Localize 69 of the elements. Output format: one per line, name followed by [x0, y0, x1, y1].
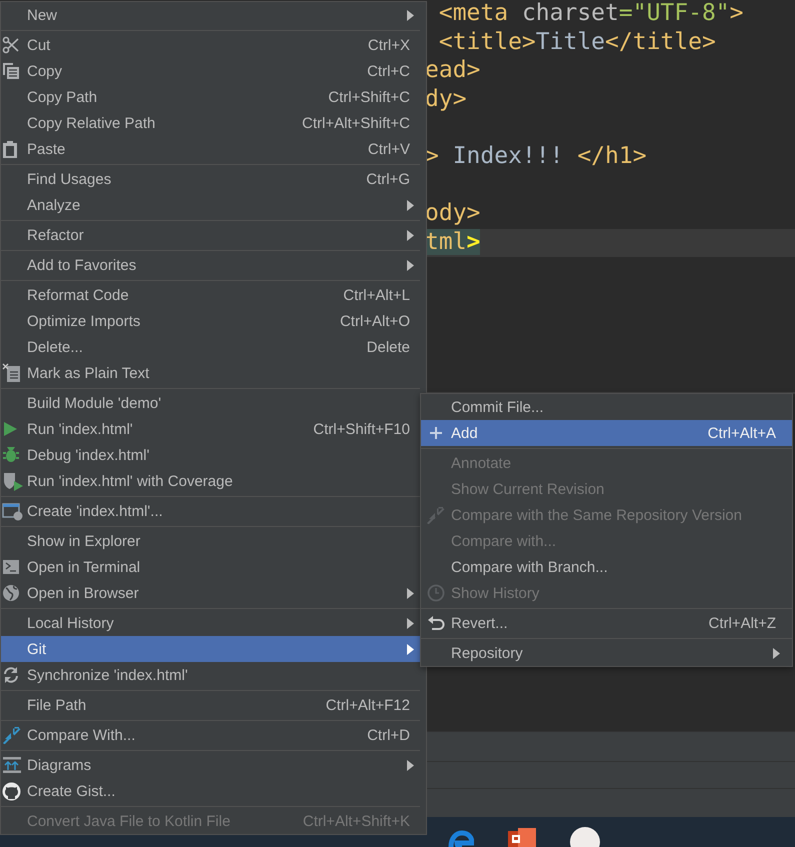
undo-arrow-icon: [427, 615, 445, 631]
menu-item[interactable]: Optimize Imports Ctrl+Alt+O: [1, 308, 420, 334]
shortcut-text: Ctrl+Alt+L: [343, 286, 411, 304]
code-line: <meta charset="UTF-8">: [438, 0, 745, 28]
menu-item[interactable]: Find Usages Ctrl+G: [1, 166, 420, 192]
menu-item[interactable]: Open in Terminal: [1, 554, 420, 580]
shield-run-icon: [2, 471, 24, 491]
menu-item[interactable]: Paste Ctrl+V: [1, 136, 420, 162]
shortcut-text: Ctrl+C: [367, 62, 411, 80]
shortcut-text: Ctrl+Alt+Z: [708, 614, 777, 632]
menu-item[interactable]: Analyze: [1, 192, 420, 218]
menu-item[interactable]: Build Module 'demo': [1, 390, 420, 416]
shortcut-text: Ctrl+D: [367, 726, 411, 744]
shortcut-text: Ctrl+Shift+F10: [313, 420, 411, 438]
code-line: dy>: [425, 86, 468, 114]
shortcut-text: Ctrl+X: [368, 36, 411, 54]
shortcut-text: Ctrl+Alt+A: [708, 424, 777, 442]
menu-item[interactable]: Git: [1, 636, 420, 662]
menu-item[interactable]: Compare with Branch...: [421, 554, 792, 580]
menu-item[interactable]: Run 'index.html' Ctrl+Shift+F10: [1, 416, 420, 442]
menu-item[interactable]: Open in Browser: [1, 580, 420, 606]
shortcut-text: Ctrl+V: [368, 140, 411, 158]
menu-item[interactable]: Show in Explorer: [1, 528, 420, 554]
run-icon: [2, 421, 18, 437]
sync-icon: [2, 666, 20, 684]
menu-item[interactable]: Reformat Code Ctrl+Alt+L: [1, 282, 420, 308]
code-line: <title>Title</title>: [438, 28, 717, 57]
menu-item[interactable]: Local History: [1, 610, 420, 636]
browser-icon[interactable]: [448, 830, 474, 847]
menu-item[interactable]: Cut Ctrl+X: [1, 32, 420, 58]
shortcut-text: Ctrl+Shift+C: [328, 88, 411, 106]
presentation-app-icon[interactable]: [508, 828, 536, 847]
code-line: ead>: [425, 57, 482, 86]
avatar-icon[interactable]: [570, 827, 600, 847]
menu-item[interactable]: Add to Favorites: [1, 252, 420, 278]
menu-item[interactable]: Mark as Plain Text: [1, 360, 420, 386]
bug-icon: [2, 446, 20, 464]
menu-item[interactable]: Delete... Delete: [1, 334, 420, 360]
menu-item[interactable]: File Path Ctrl+Alt+F12: [1, 692, 420, 718]
shortcut-text: Ctrl+Alt+O: [340, 312, 411, 330]
shortcut-text: Ctrl+Alt+Shift+K: [302, 812, 411, 830]
menu-item[interactable]: Diagrams: [1, 752, 420, 778]
shortcut-text: Ctrl+Alt+F12: [326, 696, 411, 714]
menu-item[interactable]: Add Ctrl+Alt+A: [421, 420, 792, 446]
code-line: ody>: [425, 200, 482, 228]
diagram-icon: [2, 756, 22, 774]
menu-item[interactable]: New: [1, 2, 420, 28]
menu-item[interactable]: Compare With... Ctrl+D: [1, 722, 420, 748]
window-gear-icon: [2, 501, 24, 521]
plus-icon: [429, 426, 443, 440]
menu-item[interactable]: Debug 'index.html': [1, 442, 420, 468]
menu-item[interactable]: Copy Relative Path Ctrl+Alt+Shift+C: [1, 110, 420, 136]
menu-item[interactable]: Revert... Ctrl+Alt+Z: [421, 610, 792, 636]
menu-item[interactable]: Run 'index.html' with Coverage: [1, 468, 420, 494]
compare-arrows-icon: [426, 506, 446, 524]
menu-item[interactable]: Synchronize 'index.html': [1, 662, 420, 688]
menu-item[interactable]: Copy Ctrl+C: [1, 58, 420, 84]
menu-item[interactable]: Commit File...: [421, 394, 792, 420]
clock-icon: [427, 584, 445, 602]
shortcut-text: Ctrl+G: [366, 170, 411, 188]
shortcut-text: Ctrl+Alt+Shift+C: [302, 114, 411, 132]
shortcut-text: Delete: [366, 338, 411, 356]
compare-arrows-icon: [2, 726, 22, 744]
menu-item[interactable]: Create Gist...: [1, 778, 420, 804]
menu-item[interactable]: Create 'index.html'...: [1, 498, 420, 524]
menu-item[interactable]: Copy Path Ctrl+Shift+C: [1, 84, 420, 110]
scissors-icon: [2, 36, 20, 54]
menu-item[interactable]: Repository: [421, 640, 792, 666]
menu-item[interactable]: Refactor: [1, 222, 420, 248]
